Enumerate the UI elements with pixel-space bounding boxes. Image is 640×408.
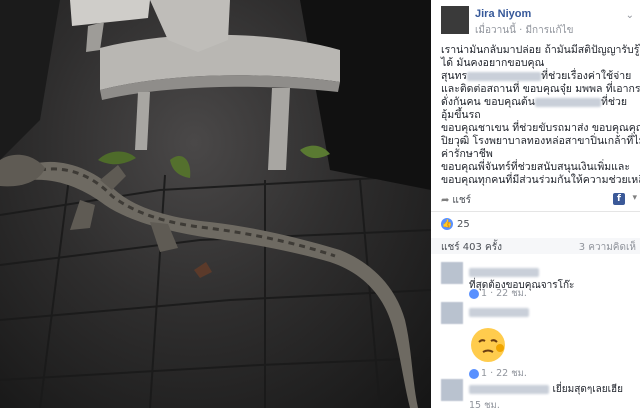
- post-line-part: ที่ช่วย: [600, 96, 628, 108]
- post-line: ได้ มันคงอยากขอบคุณ: [441, 57, 545, 69]
- redacted-commenter-name[interactable]: [469, 267, 539, 277]
- facebook-icon[interactable]: f: [613, 193, 625, 205]
- like-icon: [469, 368, 479, 379]
- comments-count[interactable]: 3 ความคิดเห็: [579, 240, 636, 255]
- post-line-part: ดั่งกันคน ขอบคุณต้น: [441, 96, 535, 108]
- comment-time[interactable]: 22 ชม.: [496, 368, 527, 379]
- post-photo[interactable]: [0, 0, 431, 408]
- post-line: อุ้มขึ้นรถ: [441, 109, 481, 121]
- likes-count: 25: [457, 219, 470, 230]
- redacted-commenter-name[interactable]: [469, 384, 549, 394]
- comment-time[interactable]: 15 ชม.: [469, 400, 500, 408]
- commenter-avatar[interactable]: [441, 302, 463, 324]
- divider: [431, 211, 640, 212]
- author-avatar[interactable]: [441, 6, 469, 34]
- post-line: ขอบคุณชาเขน ที่ช่วยขับรถมาส่ง ขอบคุณคุณห…: [441, 122, 640, 134]
- post-stats: แชร์ 403 ครั้ง 3 ความคิดเห็: [431, 238, 640, 254]
- post-line: และติดต่อสถานที่ ขอบคุณจุ๋ย มพพล ที่เอาก…: [441, 83, 640, 95]
- post-line: ดั่งกันคน ขอบคุณต้น ที่ช่วย: [441, 96, 637, 109]
- post-line-part: สุนทร: [441, 70, 468, 82]
- share-button[interactable]: แชร์: [452, 195, 471, 206]
- commenter-avatar[interactable]: [441, 379, 463, 401]
- like-icon: 👍: [441, 218, 453, 230]
- post-line: เราน่ามันกลับมาปล่อย ถ้ามันมีสติปัญญารับ…: [441, 44, 640, 56]
- comment-meta: 1 · 22 ชม.: [469, 286, 527, 301]
- commenter-avatar[interactable]: [441, 262, 463, 284]
- comment: เยี่ยมสุดๆเลยเฮีย 15 ชม.: [441, 379, 637, 408]
- comment-likes: 1: [481, 368, 488, 379]
- post-line: สุนทร ที่ช่วยเรื่องค่าใช้จ่าย: [441, 70, 637, 83]
- comment-time[interactable]: 22 ชม.: [496, 288, 527, 299]
- dropdown-icon[interactable]: ▾: [632, 193, 637, 203]
- author-name[interactable]: Jira Niyom: [475, 8, 531, 20]
- chevron-down-icon[interactable]: ⌄: [626, 10, 634, 21]
- post-sidebar: Jira Niyom เมื่อวานนี้ · มีการแก้ไข ⌄ เร…: [431, 0, 640, 408]
- comment-meta: 15 ชม.: [469, 398, 500, 408]
- shares-count[interactable]: แชร์ 403 ครั้ง: [441, 240, 502, 255]
- likes-summary[interactable]: 👍 25: [441, 218, 470, 230]
- share-arrow-icon[interactable]: ➦: [441, 195, 449, 206]
- sticker-emoji-icon: [471, 328, 505, 362]
- post-line-part: ที่ช่วยเรื่องค่าใช้จ่าย: [541, 70, 632, 82]
- comment: ที่สุดต้องขอบคุณจารโก๊ะ 1 · 22 ชม.: [441, 262, 637, 302]
- comment: 1 · 22 ชม.: [441, 302, 637, 379]
- post-line: ขอบคุณพี่จันทร์ที่ช่วยสนับสนุนเงินเพิ่มแ…: [441, 161, 631, 173]
- redacted-name: [467, 71, 542, 81]
- like-icon: [469, 288, 479, 299]
- post-timestamp[interactable]: เมื่อวานนี้ · มีการแก้ไข: [475, 23, 573, 38]
- post-line: ขอบคุณทุกคนที่มีส่วนร่วมกันให้ความช่วยเห…: [441, 174, 640, 186]
- post-header: Jira Niyom เมื่อวานนี้ · มีการแก้ไข ⌄: [441, 6, 636, 36]
- redacted-name: [534, 97, 601, 107]
- monitor-lizard-photo: [0, 0, 431, 408]
- post-line: ปิยวุฒิ โรงพยาบาลทองหล่อสาขาปิ่นเกล้าที่…: [441, 135, 640, 147]
- share-bar: ➦ แชร์ f ▾: [441, 193, 637, 207]
- redacted-commenter-name[interactable]: [469, 307, 529, 317]
- comment-text: เยี่ยมสุดๆเลยเฮีย: [552, 384, 623, 395]
- comment-likes: 1: [481, 288, 488, 299]
- comment-body: [469, 305, 529, 318]
- post-line: ค่ารักษาชีพ: [441, 148, 493, 160]
- post-text: เราน่ามันกลับมาปล่อย ถ้ามันมีสติปัญญารับ…: [441, 44, 640, 187]
- comment-body: เยี่ยมสุดๆเลยเฮีย: [469, 382, 623, 397]
